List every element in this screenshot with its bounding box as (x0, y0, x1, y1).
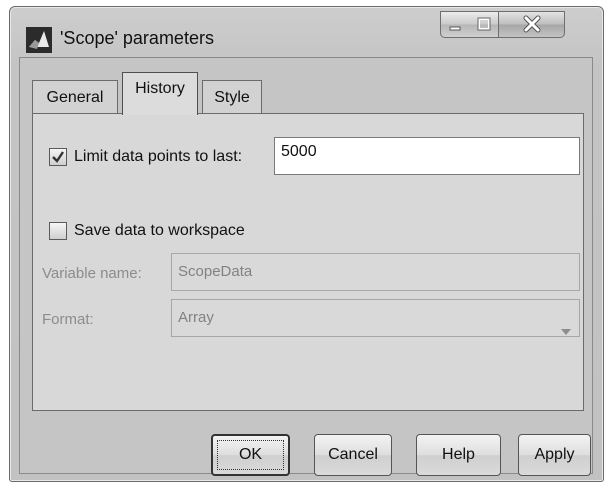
help-button[interactable]: Help (416, 434, 501, 476)
window-title: 'Scope' parameters (60, 28, 214, 48)
limit-data-points-label: Limit data points to last: (74, 148, 243, 165)
title-bar[interactable]: 'Scope' parameters (10, 7, 603, 57)
dialog-body: General History Style Limit data points … (19, 57, 593, 476)
tab-style[interactable]: Style (202, 80, 262, 113)
cancel-button[interactable]: Cancel (314, 434, 392, 476)
minimize-icon (441, 12, 469, 37)
format-value: Array (178, 309, 214, 326)
checkmark-icon (50, 151, 66, 169)
history-panel: Limit data points to last: 5000 Save dat… (32, 113, 584, 411)
maximize-button[interactable] (469, 11, 499, 38)
tab-general[interactable]: General (32, 80, 118, 113)
maximize-icon (469, 12, 498, 37)
close-button[interactable] (499, 11, 565, 38)
tab-history[interactable]: History (122, 72, 198, 115)
format-dropdown[interactable]: Array (171, 299, 580, 337)
scope-parameters-dialog: 'Scope' parameters General History Style (9, 6, 604, 482)
save-to-workspace-label: Save data to workspace (74, 222, 245, 239)
limit-data-points-checkbox[interactable] (49, 148, 67, 166)
minimize-button[interactable] (440, 11, 470, 38)
close-icon (499, 12, 564, 37)
apply-button[interactable]: Apply (518, 434, 591, 476)
ok-button[interactable]: OK (211, 434, 290, 476)
limit-data-points-input[interactable]: 5000 (274, 137, 580, 175)
format-label: Format: (42, 311, 94, 328)
variable-name-input[interactable]: ScopeData (171, 253, 580, 291)
save-to-workspace-checkbox[interactable] (49, 222, 67, 240)
variable-name-label: Variable name: (42, 265, 142, 282)
chevron-down-icon (561, 314, 571, 350)
matlab-icon (26, 27, 52, 53)
focus-ring (217, 440, 284, 470)
